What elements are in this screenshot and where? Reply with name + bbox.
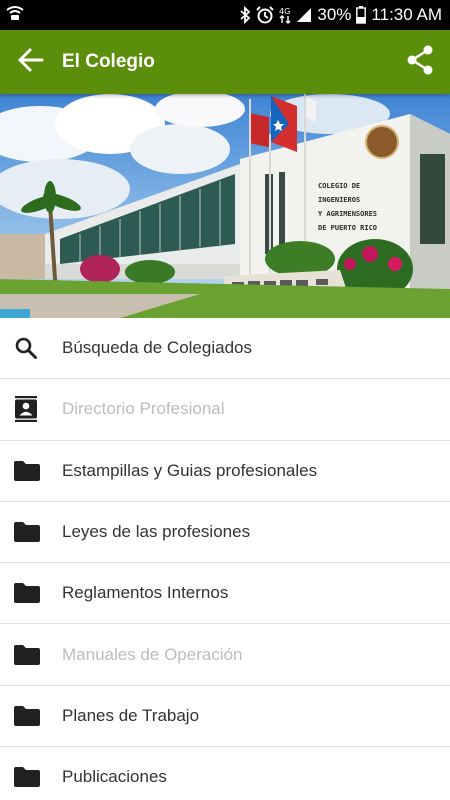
building-photo: COLEGIO DE INGENIEROS Y AGRIMENSORES DE … [0, 94, 450, 318]
clock: 11:30 AM [371, 5, 442, 24]
data-icon: 4G [279, 6, 291, 24]
bluetooth-icon [239, 6, 251, 24]
menu-item-manuales[interactable]: Manuales de Operación [0, 624, 450, 686]
menu-item-label: Reglamentos Internos [62, 583, 229, 603]
menu-item-label: Publicaciones [62, 767, 167, 787]
contact-card-icon [0, 396, 62, 423]
alarm-icon [256, 6, 275, 24]
menu-item-publicaciones[interactable]: Publicaciones [0, 747, 450, 800]
status-bar: 4G 30% 11:30 AM [0, 0, 450, 30]
folder-icon [0, 522, 62, 543]
sign-line-2: INGENIEROS [318, 196, 360, 204]
sign-line-4: DE PUERTO RICO [318, 224, 377, 232]
sign-line-1: COLEGIO DE [318, 182, 360, 190]
menu-item-label: Búsqueda de Colegiados [62, 338, 252, 358]
menu-item-label: Planes de Trabajo [62, 705, 200, 725]
menu-list: Búsqueda de Colegiados Directorio Profes… [0, 318, 450, 800]
back-arrow-icon [18, 48, 44, 77]
battery-icon [356, 6, 367, 24]
back-button[interactable] [0, 30, 62, 94]
search-icon [0, 336, 62, 360]
folder-icon [0, 583, 62, 604]
menu-item-leyes[interactable]: Leyes de las profesiones [0, 502, 450, 564]
status-left [6, 5, 24, 26]
battery-percent: 30% [317, 5, 352, 24]
menu-item-reglamentos[interactable]: Reglamentos Internos [0, 563, 450, 625]
folder-icon [0, 644, 62, 665]
menu-item-busqueda[interactable]: Búsqueda de Colegiados [0, 318, 450, 380]
status-right: 4G 30% 11:30 AM [239, 5, 442, 25]
hero-image: COLEGIO DE INGENIEROS Y AGRIMENSORES DE … [0, 94, 450, 318]
menu-item-planes[interactable]: Planes de Trabajo [0, 686, 450, 748]
folder-icon [0, 460, 62, 481]
sign-line-3: Y AGRIMENSORES [318, 210, 377, 218]
wifi-calling-icon [6, 5, 24, 26]
menu-item-directorio[interactable]: Directorio Profesional [0, 379, 450, 441]
share-icon [406, 45, 434, 80]
app-bar: El Colegio [0, 30, 450, 94]
page-title: El Colegio [62, 51, 155, 72]
folder-icon [0, 767, 62, 788]
menu-item-label: Leyes de las profesiones [62, 522, 251, 542]
svg-text:4G: 4G [279, 7, 290, 16]
signal-icon [296, 7, 312, 23]
folder-icon [0, 705, 62, 726]
menu-item-label: Estampillas y Guias profesionales [62, 460, 318, 480]
menu-item-label: Directorio Profesional [62, 399, 225, 419]
share-button[interactable] [390, 30, 450, 94]
menu-item-estampillas[interactable]: Estampillas y Guias profesionales [0, 441, 450, 502]
menu-item-label: Manuales de Operación [62, 644, 243, 664]
